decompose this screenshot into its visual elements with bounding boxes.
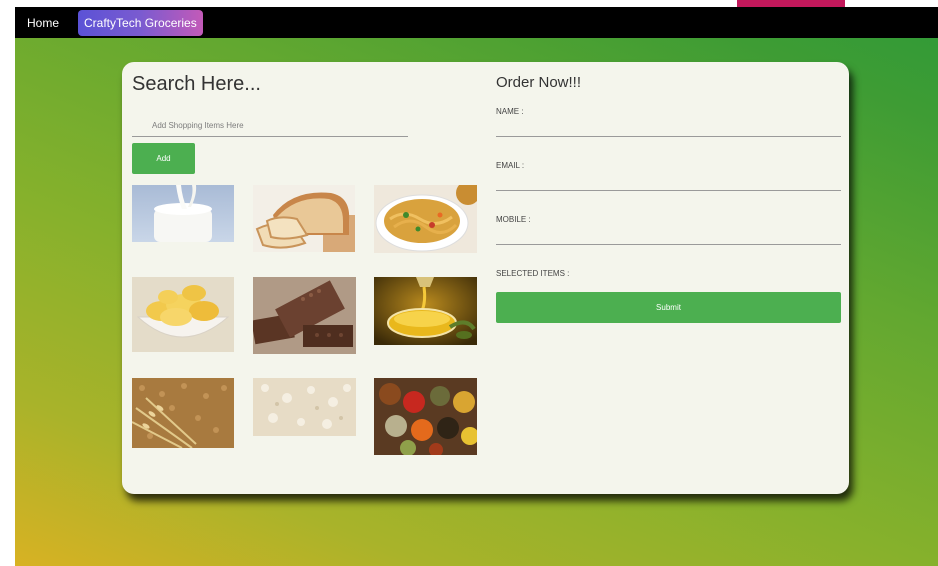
search-title: Search Here... <box>132 73 261 95</box>
order-title: Order Now!!! <box>496 74 582 91</box>
chips-image[interactable] <box>132 277 234 352</box>
milk-image[interactable] <box>132 185 234 242</box>
mobile-underline <box>496 244 841 245</box>
bread-image[interactable] <box>253 185 355 252</box>
page-viewport: Home CraftyTech Groceries Search Here...… <box>15 7 938 566</box>
nav-home-link[interactable]: Home <box>27 16 59 30</box>
search-input[interactable] <box>132 115 408 137</box>
mobile-label: MOBILE : <box>496 215 531 224</box>
wheat-image[interactable] <box>132 378 234 448</box>
noodles-image[interactable] <box>374 185 477 253</box>
selected-items-label: SELECTED ITEMS : <box>496 269 570 278</box>
navbar: Home CraftyTech Groceries <box>15 7 938 38</box>
nav-brand-link[interactable]: CraftyTech Groceries <box>78 9 203 36</box>
oil-image[interactable] <box>374 277 477 345</box>
email-underline <box>496 190 841 191</box>
chocolate-image[interactable] <box>253 277 356 354</box>
order-card: Search Here... Add Shopping Items Here A… <box>122 62 849 494</box>
name-underline <box>496 136 841 137</box>
submit-button[interactable]: Submit <box>496 292 841 323</box>
flour-image[interactable] <box>253 378 356 436</box>
spices-image[interactable] <box>374 378 477 455</box>
name-label: NAME : <box>496 107 524 116</box>
email-label: EMAIL : <box>496 161 525 170</box>
top-accent-strip <box>737 0 845 7</box>
add-button[interactable]: Add <box>132 143 195 174</box>
